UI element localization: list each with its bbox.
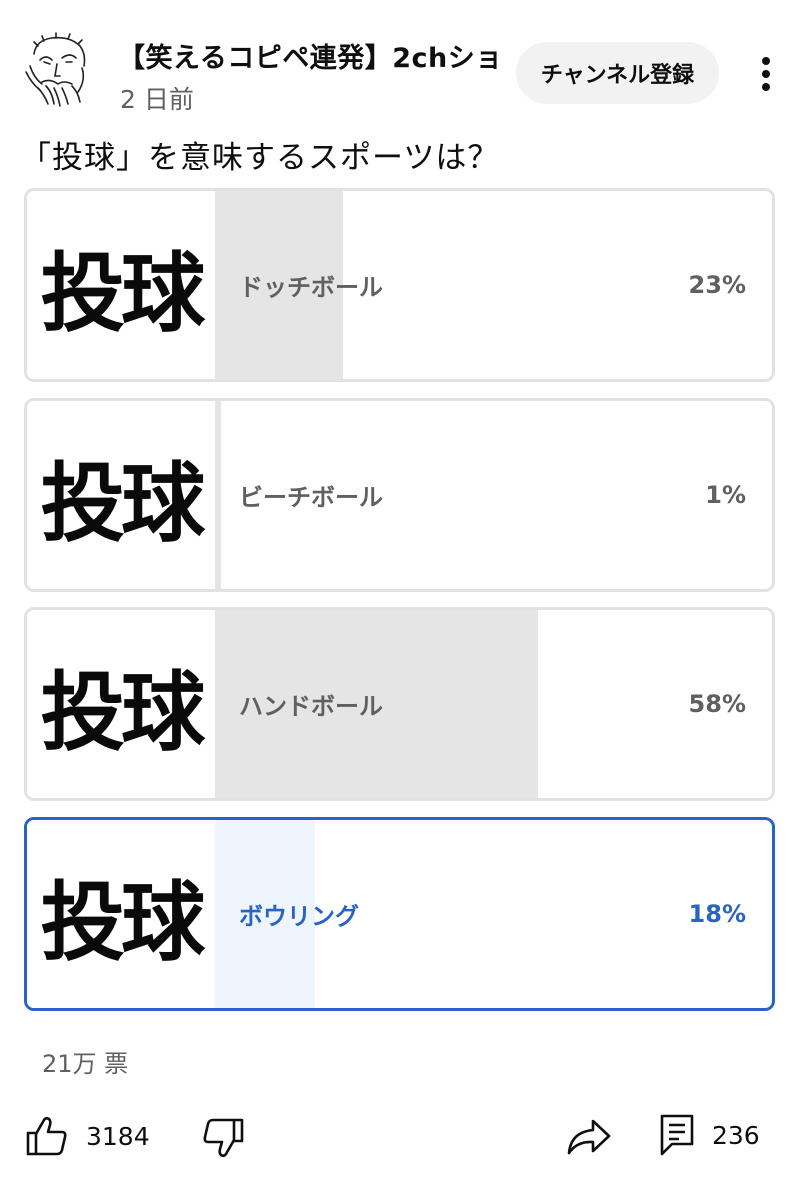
poll-option[interactable]: 投球 ビーチボール 1%	[24, 398, 775, 592]
comments-button[interactable]: 236	[660, 1114, 760, 1156]
vote-count: 21万 票	[42, 1050, 129, 1078]
option-bar-area: ハンドボール 58%	[215, 610, 772, 798]
thumbs-down-icon	[203, 1118, 244, 1158]
option-percent: 18%	[688, 900, 746, 928]
option-percent: 58%	[688, 690, 746, 718]
poll-question: 「投球」を意味するスポーツは？	[20, 140, 500, 176]
more-vertical-icon	[762, 57, 770, 91]
subscribe-button[interactable]: チャンネル登録	[516, 42, 719, 104]
post-timestamp: 2 日前	[120, 85, 194, 114]
action-bar: 3184 236	[0, 1108, 799, 1168]
comment-count: 236	[712, 1120, 760, 1150]
option-label: ボウリング	[239, 902, 359, 931]
more-options-button[interactable]	[748, 52, 784, 96]
share-icon	[567, 1119, 611, 1155]
channel-avatar[interactable]	[24, 32, 94, 108]
option-thumbnail: 投球	[27, 610, 215, 798]
option-bar-area: ビーチボール 1%	[215, 401, 772, 589]
option-thumbnail: 投球	[27, 401, 215, 589]
poll-option-selected[interactable]: 投球 ボウリング 18%	[24, 817, 775, 1011]
poll-option[interactable]: 投球 ハンドボール 58%	[24, 607, 775, 801]
like-button[interactable]: 3184	[26, 1116, 150, 1156]
comment-icon	[660, 1114, 694, 1156]
option-percent: 23%	[688, 271, 746, 299]
option-thumbnail: 投球	[27, 820, 215, 1008]
option-label: ハンドボール	[239, 692, 383, 721]
share-button[interactable]	[567, 1118, 611, 1156]
option-thumbnail: 投球	[27, 191, 215, 379]
thumbs-up-icon	[26, 1116, 67, 1156]
option-thumbnail-text: 投球	[40, 242, 206, 344]
option-thumbnail-text: 投球	[40, 452, 206, 554]
post-header: 【笑えるコピペ連発】2chショ… 2 日前 チャンネル登録	[0, 0, 799, 120]
option-bar-area: ボウリング 18%	[215, 820, 772, 1008]
option-thumbnail-text: 投球	[40, 661, 206, 763]
like-count: 3184	[86, 1121, 150, 1151]
poll-option[interactable]: 投球 ドッチボール 23%	[24, 188, 775, 382]
channel-name[interactable]: 【笑えるコピペ連発】2chショ…	[118, 36, 498, 75]
option-thumbnail-text: 投球	[40, 871, 206, 973]
dislike-button[interactable]	[202, 1118, 244, 1158]
option-percent: 1%	[705, 481, 746, 509]
option-fill-bar	[215, 401, 221, 589]
avatar-face-icon	[25, 32, 86, 107]
option-label: ビーチボール	[239, 483, 383, 512]
option-bar-area: ドッチボール 23%	[215, 191, 772, 379]
option-label: ドッチボール	[239, 273, 383, 302]
